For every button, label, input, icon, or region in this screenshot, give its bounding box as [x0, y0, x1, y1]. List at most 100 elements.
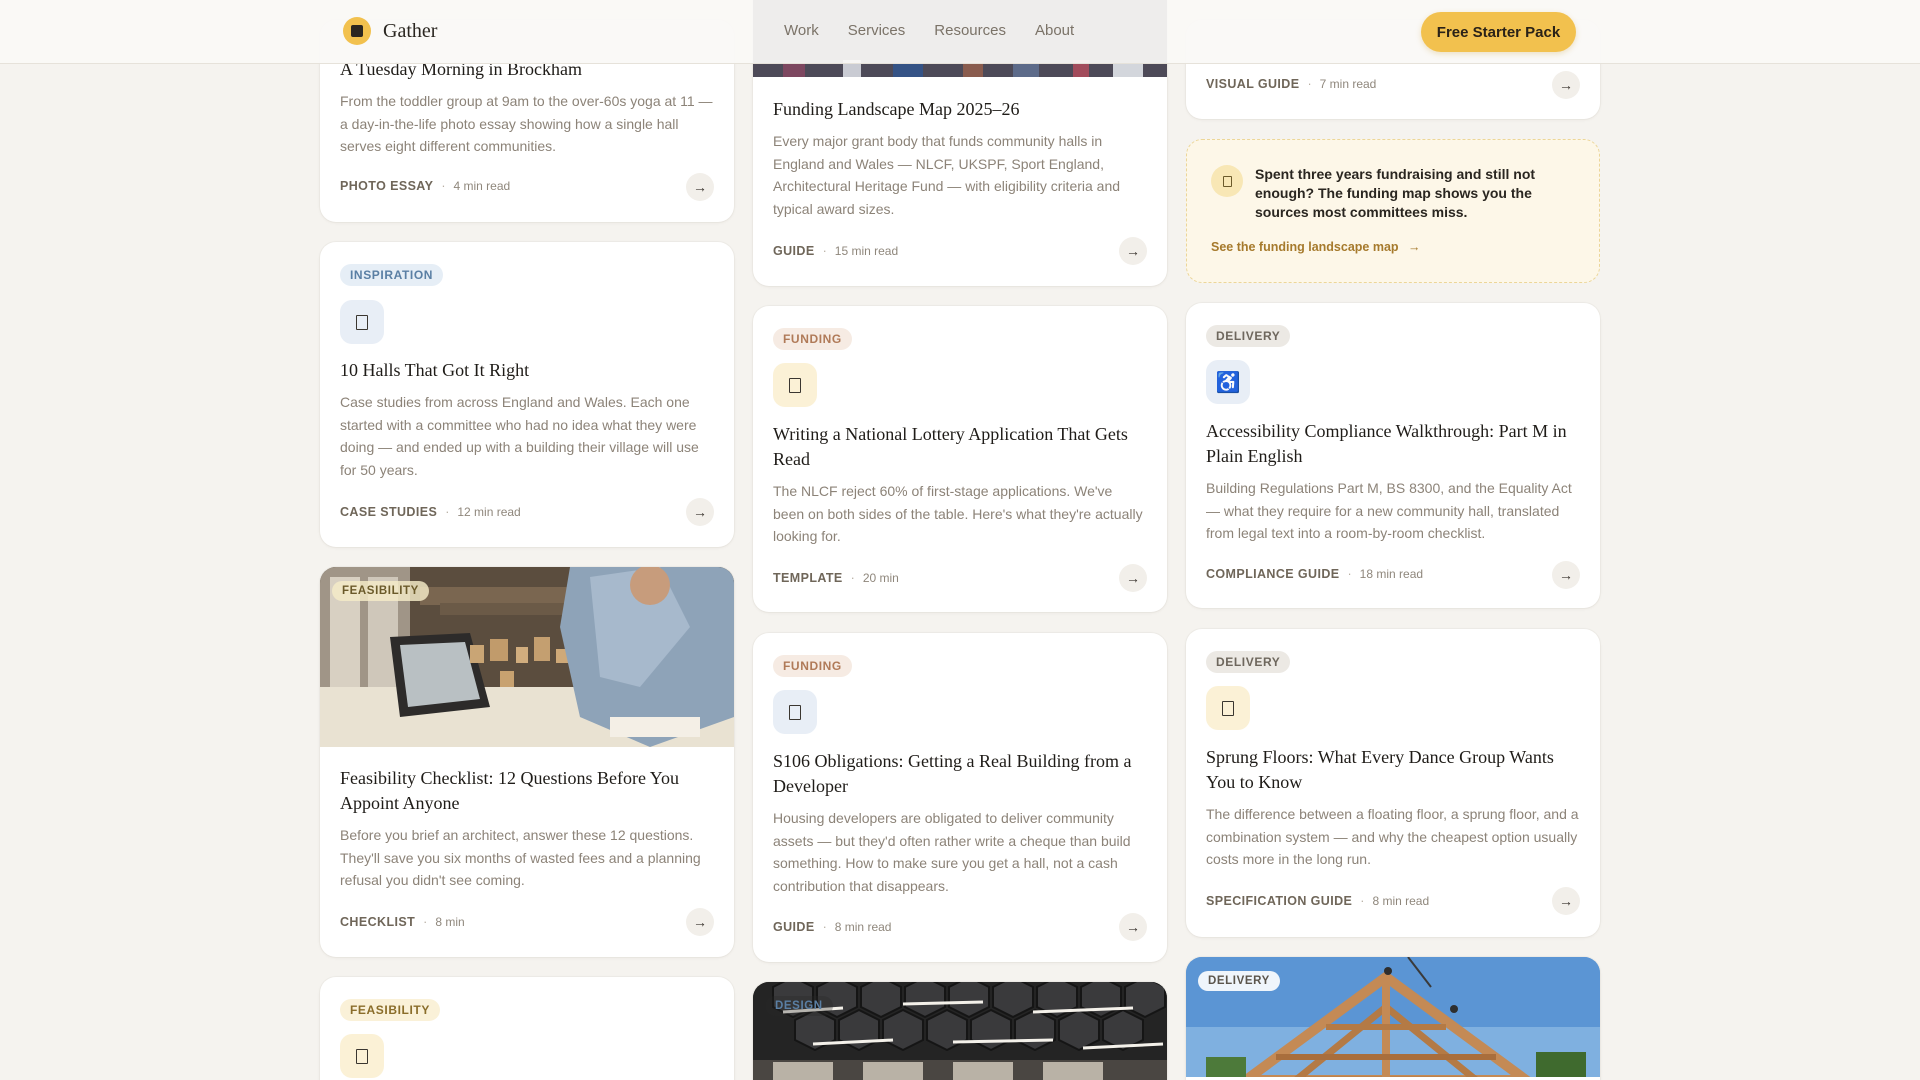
card-description: Housing developers are obligated to deli…: [773, 810, 1131, 894]
card-title: Accessibility Compliance Walkthrough: Pa…: [1206, 421, 1567, 466]
meta-separator: ·: [850, 571, 855, 585]
free-starter-pack-button[interactable]: Free Starter Pack: [1421, 12, 1576, 52]
main-nav: Work Services Resources About: [784, 22, 1103, 39]
card-type: Visual Guide: [1206, 77, 1300, 91]
read-time: 12 min read: [457, 505, 521, 519]
resource-card-feasibility-2[interactable]: Feasibility: [320, 977, 734, 1080]
read-time: 8 min: [435, 915, 465, 929]
card-type: Case Studies: [340, 505, 438, 519]
meta-separator: ·: [1307, 77, 1312, 91]
card-meta: Compliance Guide · 18 min read: [1206, 567, 1423, 581]
category-tag: Delivery: [1206, 651, 1291, 673]
card-title: Sprung Floors: What Every Dance Group Wa…: [1206, 747, 1554, 792]
document-icon: [340, 300, 384, 344]
resource-card-10-halls[interactable]: Inspiration 10 Halls That Got It Right C…: [320, 242, 734, 547]
promo-text: Spent three years fundraising and still …: [1255, 166, 1536, 220]
card-meta: Case Studies · 12 min read: [340, 505, 521, 519]
arrow-right-icon[interactable]: →: [1552, 71, 1580, 99]
nav-link-resources[interactable]: Resources: [934, 22, 1006, 39]
card-meta: Visual Guide · 7 min read: [1206, 77, 1376, 91]
card-meta: Specification Guide · 8 min read: [1206, 894, 1429, 908]
read-time: 8 min read: [834, 920, 892, 934]
card-type: Compliance Guide: [1206, 567, 1340, 581]
card-description: The NLCF reject 60% of first-stage appli…: [773, 483, 1143, 544]
card-meta: Checklist · 8 min: [340, 915, 465, 929]
arrow-right-icon[interactable]: →: [1552, 561, 1580, 589]
wheelchair-icon: ♿: [1206, 360, 1250, 404]
meta-separator: ·: [445, 505, 450, 519]
meta-separator: ·: [1347, 567, 1352, 581]
arrow-right-icon[interactable]: →: [686, 498, 714, 526]
card-meta: Guide · 8 min read: [773, 920, 891, 934]
arrow-right-icon[interactable]: →: [686, 173, 714, 201]
card-description: Building Regulations Part M, BS 8300, an…: [1206, 480, 1572, 541]
funding-map-link[interactable]: See the funding landscape map →: [1211, 240, 1421, 254]
card-description: The difference between a floating floor,…: [1206, 806, 1579, 867]
category-tag: Delivery: [1198, 971, 1280, 991]
read-time: 8 min read: [1372, 894, 1430, 908]
meta-separator: ·: [441, 179, 446, 193]
read-time: 20 min: [862, 571, 899, 585]
brand-logo-link[interactable]: Gather: [343, 17, 437, 45]
card-title: Funding Landscape Map 2025–26: [773, 99, 1020, 119]
card-type: Specification Guide: [1206, 894, 1353, 908]
document-icon: [340, 1034, 384, 1078]
resource-card-delivery-image[interactable]: Delivery: [1186, 957, 1600, 1080]
category-tag: Feasibility: [332, 581, 429, 601]
read-time: 7 min read: [1319, 77, 1377, 91]
card-description: Case studies from across England and Wal…: [340, 394, 699, 478]
nav-link-services[interactable]: Services: [848, 22, 906, 39]
meta-separator: ·: [423, 915, 428, 929]
card-description: Every major grant body that funds commun…: [773, 133, 1121, 217]
architect-at-desk-image: Feasibility: [320, 567, 734, 747]
timber-frame-construction-image: Delivery: [1186, 957, 1600, 1077]
read-time: 15 min read: [834, 244, 899, 258]
gather-logo-icon: [343, 17, 371, 45]
hall-ceiling-image: Design: [753, 982, 1167, 1080]
category-tag: Delivery: [1206, 325, 1291, 347]
top-navigation-bar: Gather Work Services Resources About Fre…: [0, 0, 1920, 64]
meta-separator: ·: [822, 920, 827, 934]
category-tag: Inspiration: [340, 264, 444, 286]
resource-card-design[interactable]: Design: [753, 982, 1167, 1080]
resource-card-s106[interactable]: Funding S106 Obligations: Getting a Real…: [753, 633, 1167, 962]
resource-card-lottery-application[interactable]: Funding Writing a National Lottery Appli…: [753, 306, 1167, 612]
meta-separator: ·: [822, 244, 827, 258]
document-icon: [1211, 165, 1243, 197]
arrow-right-icon: →: [1408, 240, 1421, 254]
card-type: Guide: [773, 920, 815, 934]
arrow-right-icon[interactable]: →: [1119, 564, 1147, 592]
card-title: 10 Halls That Got It Right: [340, 360, 530, 380]
meta-separator: ·: [1360, 894, 1365, 908]
arrow-right-icon[interactable]: →: [1119, 913, 1147, 941]
arrow-right-icon[interactable]: →: [1552, 887, 1580, 915]
card-type: Guide: [773, 244, 815, 258]
card-description: From the toddler group at 9am to the ove…: [340, 93, 713, 154]
card-type: Template: [773, 571, 843, 585]
card-type: Checklist: [340, 915, 416, 929]
document-icon: [1206, 686, 1250, 730]
document-icon: [773, 363, 817, 407]
resource-card-accessibility[interactable]: Delivery ♿ Accessibility Compliance Walk…: [1186, 303, 1600, 608]
nav-link-about[interactable]: About: [1035, 22, 1074, 39]
card-title: Writing a National Lottery Application T…: [773, 424, 1128, 469]
read-time: 4 min read: [453, 179, 511, 193]
card-description: Before you brief an architect, answer th…: [340, 827, 701, 888]
document-icon: [773, 690, 817, 734]
read-time: 18 min read: [1359, 567, 1424, 581]
card-meta: Template · 20 min: [773, 571, 899, 585]
card-title: S106 Obligations: Getting a Real Buildin…: [773, 751, 1132, 796]
nav-link-work[interactable]: Work: [784, 22, 819, 39]
arrow-right-icon[interactable]: →: [686, 908, 714, 936]
card-type: Photo Essay: [340, 179, 434, 193]
resource-card-sprung-floors[interactable]: Delivery Sprung Floors: What Every Dance…: [1186, 629, 1600, 937]
arrow-right-icon[interactable]: →: [1119, 237, 1147, 265]
category-tag: Feasibility: [340, 999, 440, 1021]
promo-link-label: See the funding landscape map: [1211, 240, 1399, 254]
resource-card-feasibility-checklist[interactable]: Feasibility Feasibility Checklist: 12 Qu…: [320, 567, 734, 957]
category-tag: Funding: [773, 655, 852, 677]
card-meta: Photo Essay · 4 min read: [340, 179, 510, 193]
category-tag: Design: [765, 996, 833, 1016]
funding-map-promo[interactable]: Spent three years fundraising and still …: [1186, 139, 1600, 283]
card-meta: Guide · 15 min read: [773, 244, 898, 258]
